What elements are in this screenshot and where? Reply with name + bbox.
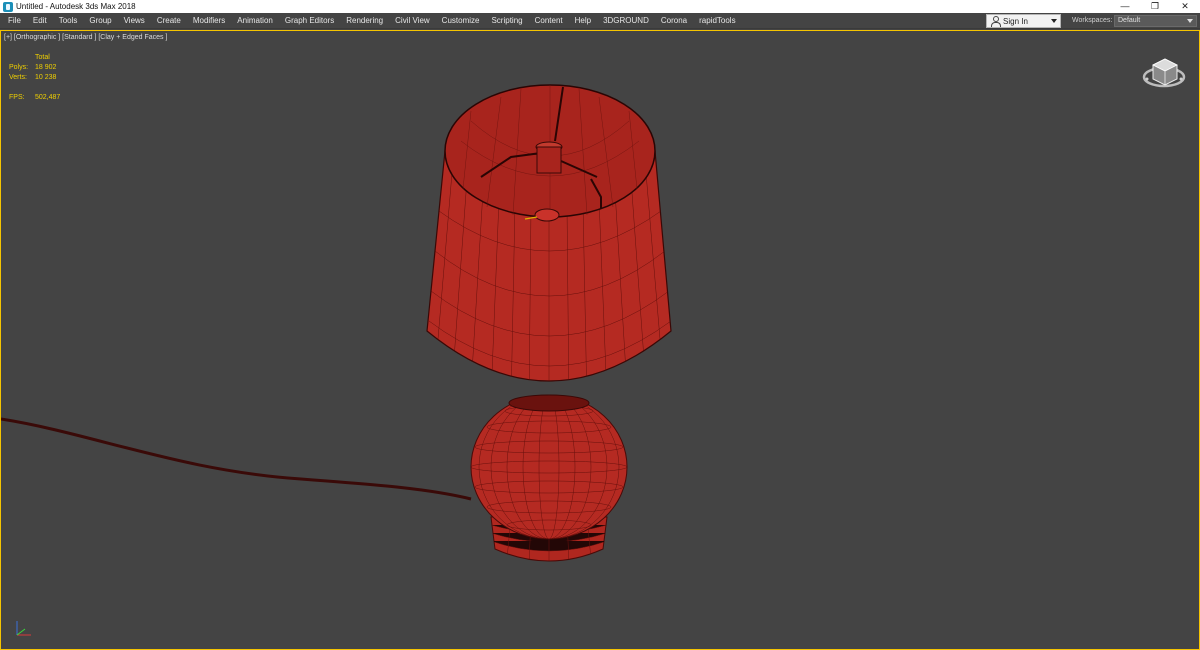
viewcube-icon[interactable] [1141,49,1187,95]
menu-group[interactable]: Group [83,13,117,29]
workspaces-select[interactable]: Default [1114,15,1197,27]
chevron-down-icon [1187,19,1193,23]
app-icon [3,1,13,12]
menu-create[interactable]: Create [151,13,187,29]
restore-button[interactable]: ❐ [1140,0,1170,13]
menu-help[interactable]: Help [569,13,597,29]
stats-polys-row: Polys: 18 902 [9,63,60,73]
window-controls: — ❐ ✕ [1110,0,1200,13]
stats-spacer [9,53,35,63]
window-title: Untitled - Autodesk 3ds Max 2018 [16,2,136,11]
workspaces-value: Default [1118,17,1141,24]
fps-value: 502,487 [35,94,61,101]
verts-label: Verts: [9,74,27,81]
menu-edit[interactable]: Edit [27,13,53,29]
minimize-button[interactable]: — [1110,0,1140,13]
menu-scripting[interactable]: Scripting [485,13,528,29]
menu-rapidtools[interactable]: rapidTools [693,13,741,29]
stats-header: Total [35,54,50,61]
title-bar: Untitled - Autodesk 3ds Max 2018 — ❐ ✕ [0,0,1200,13]
close-button[interactable]: ✕ [1170,0,1200,13]
menu-content[interactable]: Content [529,13,569,29]
menu-file[interactable]: File [0,13,27,29]
menu-3dground[interactable]: 3DGROUND [597,13,655,29]
fps-label: FPS: [9,94,25,101]
menu-corona[interactable]: Corona [655,13,693,29]
user-icon [990,16,1001,27]
menu-customize[interactable]: Customize [436,13,486,29]
viewport-statistics: Total Polys: 18 902 Verts: 10 238 FPS: 5… [9,53,60,103]
workspaces-label: Workspaces: [1072,17,1113,24]
menu-views[interactable]: Views [118,13,151,29]
menu-rendering[interactable]: Rendering [340,13,389,29]
sign-in-dropdown[interactable]: Sign In [986,14,1061,28]
menu-bar: File Edit Tools Group Views Create Modif… [0,13,1200,29]
menu-animation[interactable]: Animation [231,13,279,29]
menu-modifiers[interactable]: Modifiers [187,13,231,29]
sign-in-label: Sign In [1003,16,1028,26]
polys-value: 18 902 [35,64,57,71]
viewport-label[interactable]: [+] [Orthographic ] [Standard ] [Clay + … [4,34,167,41]
menu-civil-view[interactable]: Civil View [389,13,436,29]
lamp-model[interactable] [1,31,1199,649]
polys-label: Polys: [9,64,29,71]
menu-tools[interactable]: Tools [53,13,84,29]
axis-gizmo-icon [16,621,31,636]
stats-fps-row: FPS: 502,487 [9,93,60,103]
stats-verts-row: Verts: 10 238 [9,73,60,83]
stats-header-row: Total [9,53,60,63]
menu-graph-editors[interactable]: Graph Editors [279,13,340,29]
verts-value: 10 238 [35,74,57,81]
perspective-viewport[interactable]: [+] [Orthographic ] [Standard ] [Clay + … [0,30,1200,650]
chevron-down-icon [1051,19,1057,23]
stats-gap [9,83,60,93]
